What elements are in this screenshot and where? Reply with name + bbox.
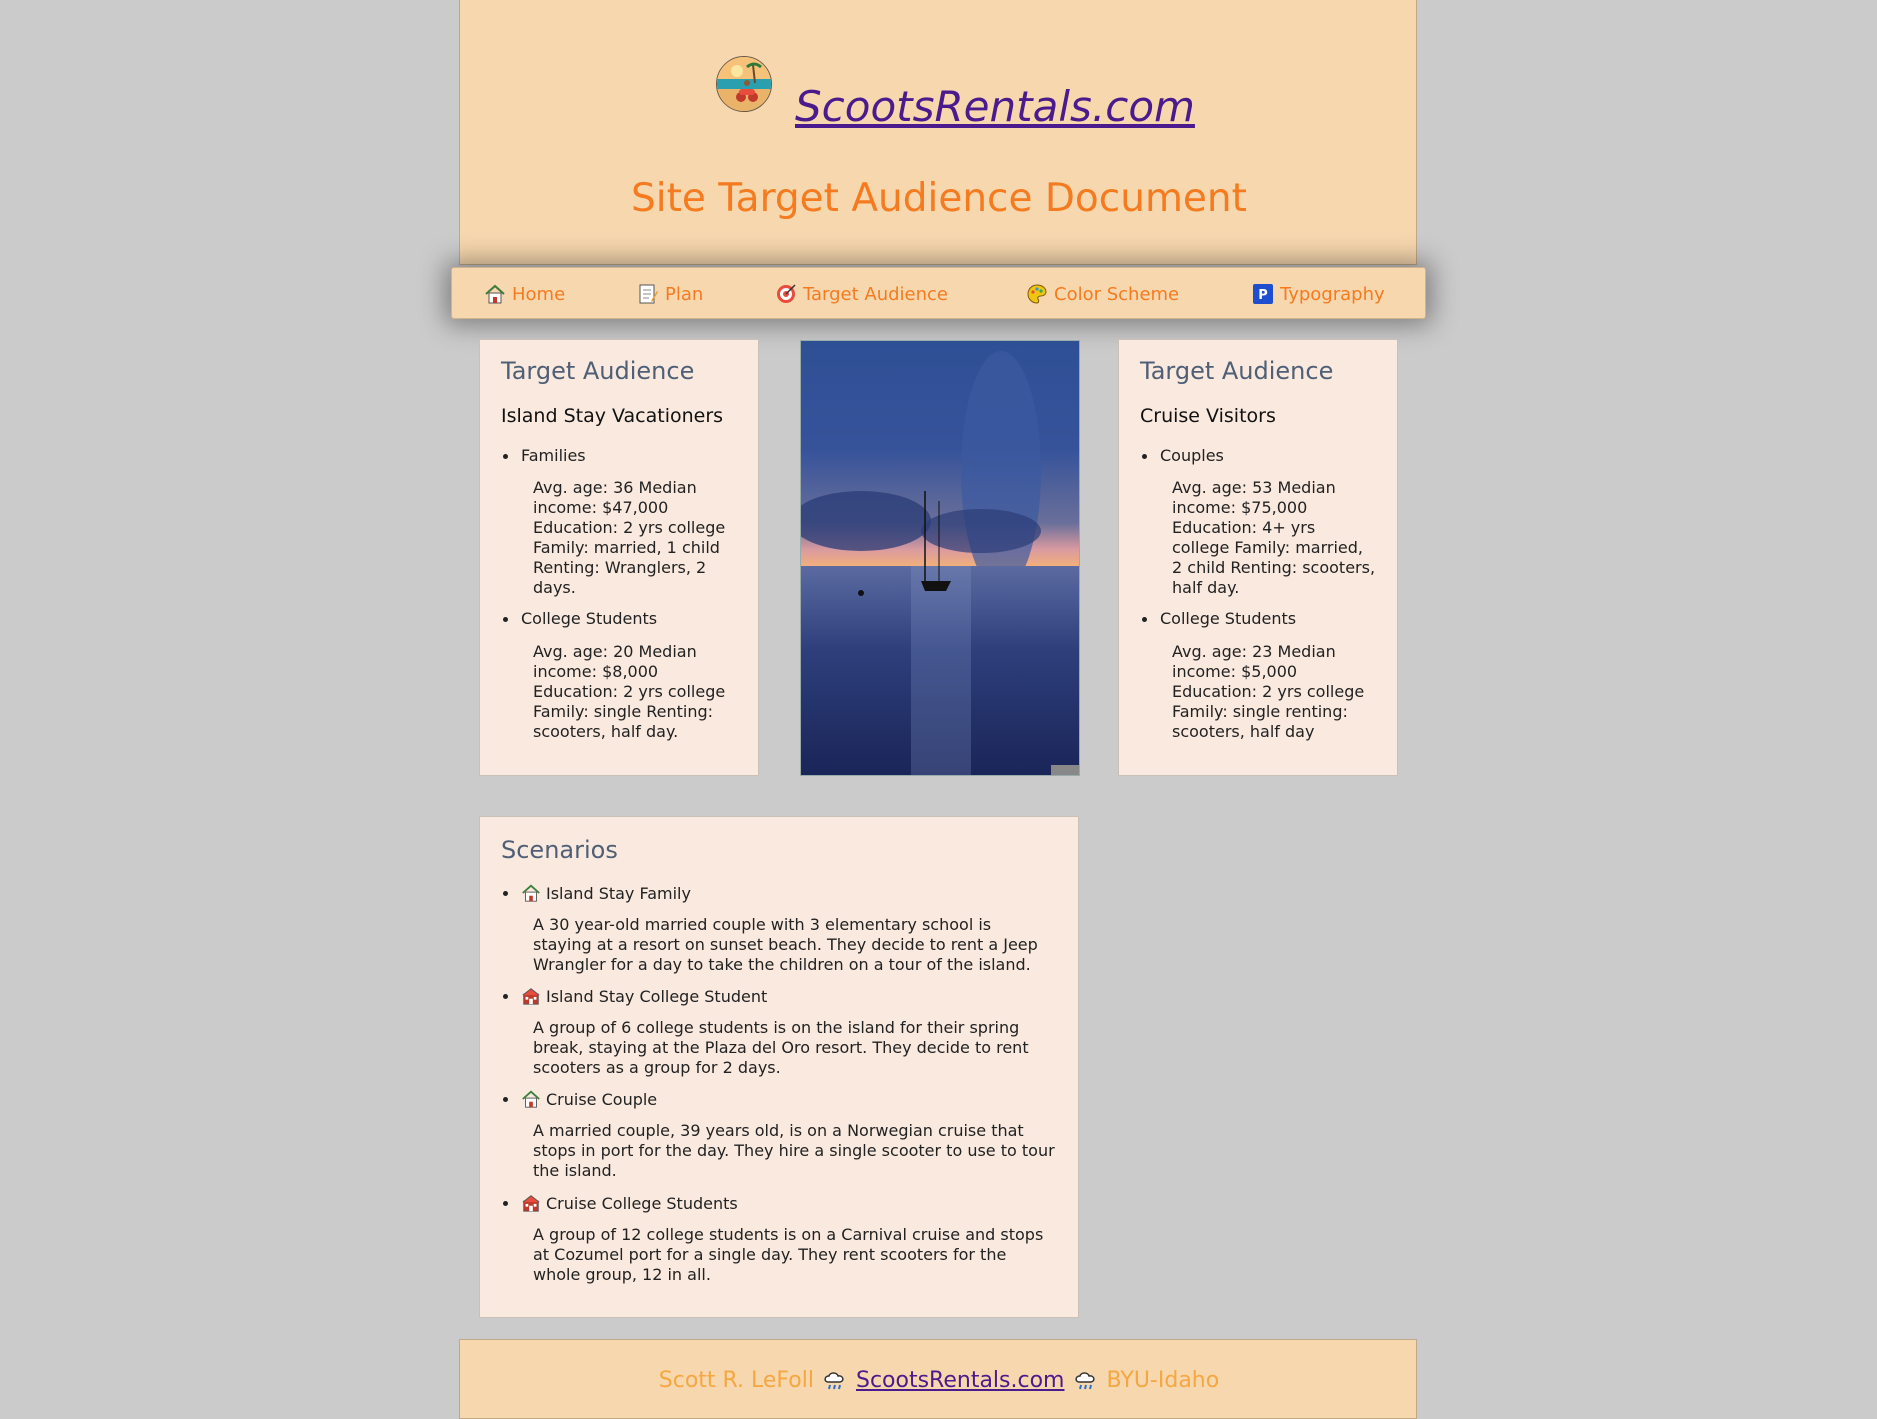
card-subheading: Island Stay Vacationers <box>501 405 724 427</box>
scenario-label: Cruise College Students <box>503 1193 738 1213</box>
card-heading: Scenarios <box>501 836 618 864</box>
school-icon <box>522 988 540 1005</box>
nav-item-label: Typography <box>1280 283 1385 305</box>
nav-item-color-scheme[interactable]: Color Scheme <box>1026 282 1179 306</box>
site-header: ScootsRentals.com Site Target Audience D… <box>459 0 1417 265</box>
palette-icon <box>1027 284 1047 304</box>
target-icon <box>777 284 796 303</box>
scenario-desc: A 30 year-old married couple with 3 elem… <box>533 915 1038 974</box>
scenario-desc: A group of 12 college students is on a C… <box>533 1225 1044 1284</box>
house-icon <box>522 884 540 902</box>
cloud-rain-icon <box>822 1370 848 1392</box>
site-footer: Scott R. LeFoll ScootsRentals.com BYU-Id… <box>459 1339 1417 1419</box>
nav-item-label: Home <box>512 283 566 305</box>
audience-group-desc: Avg. age: 36 Median income: $47,000 Educ… <box>533 478 726 597</box>
scenario-label: Island Stay College Student <box>502 986 768 1006</box>
scenario-label: Island Stay Family <box>503 883 691 903</box>
audience-group-desc: Avg. age: 53 Median income: $75,000 Educ… <box>1172 478 1376 597</box>
audience-group-label: Couples <box>1142 446 1224 465</box>
nav-item-plan[interactable]: Plan <box>637 282 703 306</box>
footer-site-link[interactable]: ScootsRentals.com <box>856 1368 1065 1393</box>
scenario-desc: A group of 6 college students is on the … <box>533 1018 1029 1077</box>
nav-item-typography[interactable]: P Typography <box>1252 282 1385 306</box>
target-audience-card-island: Target Audience Island Stay Vacationers … <box>479 339 759 776</box>
scenarios-card: Scenarios Island Stay Family A 30 year-o… <box>479 816 1079 1318</box>
school-icon <box>522 1195 540 1212</box>
site-logo <box>716 56 772 112</box>
scenario-label-text: Cruise Couple <box>546 1089 658 1109</box>
audience-group-desc: Avg. age: 23 Median income: $5,000 Educa… <box>1172 642 1365 741</box>
house-icon <box>485 284 505 304</box>
nav-item-label: Plan <box>665 283 704 305</box>
sunset-sailboat-photo <box>800 340 1080 776</box>
parking-p-icon: P <box>1253 284 1273 304</box>
footer-school: BYU-Idaho <box>1106 1368 1220 1393</box>
nav-item-label: Target Audience <box>803 283 949 305</box>
memo-icon <box>639 284 658 304</box>
footer-line: Scott R. LeFoll ScootsRentals.com BYU-Id… <box>460 1368 1418 1393</box>
audience-group-desc: Avg. age: 20 Median income: $8,000 Educa… <box>533 642 726 741</box>
main-nav: Home Plan Target Audience Color Scheme P… <box>451 267 1426 319</box>
nav-item-target-audience[interactable]: Target Audience <box>775 282 948 306</box>
card-subheading: Cruise Visitors <box>1140 405 1276 427</box>
audience-group-label: Families <box>503 446 586 465</box>
card-heading: Target Audience <box>1140 357 1334 385</box>
footer-author: Scott R. LeFoll <box>658 1368 814 1393</box>
scenario-label: Cruise Couple <box>502 1089 658 1109</box>
nav-item-label: Color Scheme <box>1054 283 1180 305</box>
cloud-rain-icon <box>1073 1370 1099 1392</box>
scenario-label-text: Island Stay Family <box>546 883 691 903</box>
audience-group-label: College Students <box>502 609 658 628</box>
scenario-desc: A married couple, 39 years old, is on a … <box>533 1121 1055 1180</box>
page-title: Site Target Audience Document <box>631 176 1247 221</box>
target-audience-card-cruise: Target Audience Cruise Visitors Couples … <box>1118 339 1398 776</box>
nav-item-home[interactable]: Home <box>484 282 565 306</box>
card-heading: Target Audience <box>501 357 695 385</box>
house-icon <box>522 1090 540 1108</box>
site-name-link[interactable]: ScootsRentals.com <box>795 82 1195 131</box>
scenario-label-text: Island Stay College Student <box>546 986 768 1006</box>
audience-group-label: College Students <box>1141 609 1297 628</box>
scenario-label-text: Cruise College Students <box>546 1193 738 1213</box>
svg-text:P: P <box>1258 288 1268 303</box>
